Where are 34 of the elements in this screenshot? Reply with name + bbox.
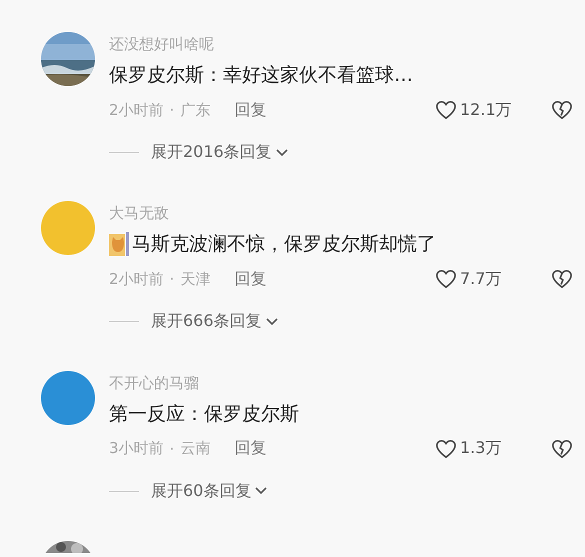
broken-heart-icon[interactable] [551,100,573,120]
like-button[interactable]: 12.1万 [435,100,525,120]
timestamp: 2小时前 [109,270,164,289]
expand-replies-button[interactable]: 展开666条回复 [151,311,278,332]
broken-heart-icon[interactable] [551,269,573,290]
username: 不开心的马骝 [109,372,200,393]
like-button[interactable]: 7.7万 [435,268,525,290]
expand-replies-button[interactable]: 展开60条回复 [151,480,268,502]
separator-dot: · [170,440,174,458]
heart-icon [435,269,457,290]
chevron-down-icon [276,148,288,156]
reply-link[interactable]: 回复 [234,100,266,120]
separator-dot: · [170,101,174,119]
heart-icon [435,438,457,459]
timestamp: 2小时前 [109,100,164,120]
chevron-down-icon [255,487,268,496]
comment-text: 第一反应：保罗皮尔斯 [109,402,299,427]
like-button[interactable]: 1.3万 [435,438,525,460]
chevron-down-icon [266,318,278,326]
heart-icon [435,100,457,120]
reply-link[interactable]: 回复 [234,438,266,460]
expand-replies-button[interactable]: 展开2016条回复 [151,142,288,163]
reply-link[interactable]: 回复 [234,268,266,290]
timestamp: 3小时前 [109,439,164,458]
broken-heart-icon[interactable] [551,438,573,459]
comment-text: 保罗皮尔斯：幸好这家伙不看篮球… [109,63,413,88]
location-text: 云南 [180,439,210,458]
location-text: 天津 [180,270,210,289]
cat-icon [109,232,129,256]
location-text: 广东 [180,100,210,120]
username: 还没想好叫啥呢 [109,34,215,54]
comment-text: 马斯克波澜不惊，保罗皮尔斯却慌了 [132,232,436,258]
separator-dot: · [170,270,174,288]
username: 大马无敌 [109,203,170,224]
